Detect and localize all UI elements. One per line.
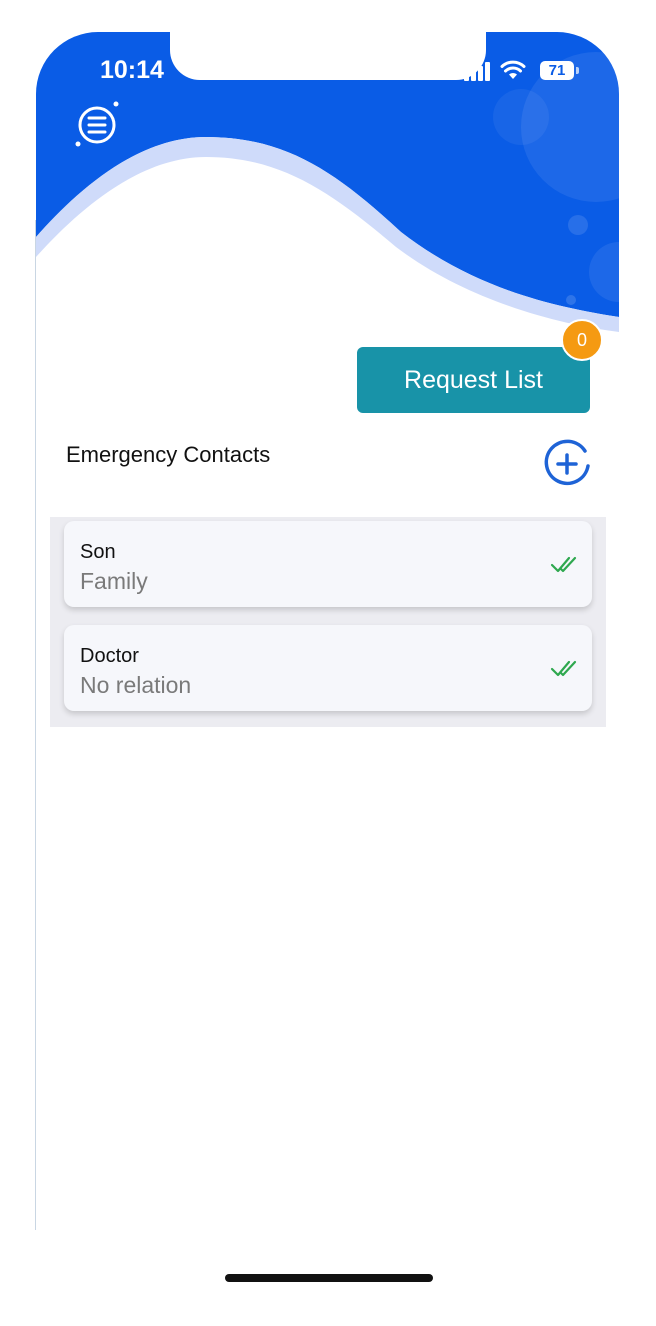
contact-card-doctor[interactable]: Doctor No relation: [64, 625, 592, 711]
contact-relation: No relation: [80, 672, 192, 698]
contacts-list: Son Family Doctor No relation: [50, 517, 606, 727]
signal-icon: [464, 62, 492, 81]
add-circle-icon: [544, 439, 590, 486]
contact-name: Son: [80, 541, 116, 563]
contact-name: Doctor: [80, 645, 139, 667]
contact-card-son[interactable]: Son Family: [64, 521, 592, 607]
add-contact-button[interactable]: [541, 438, 593, 490]
request-count-badge: 0: [561, 319, 603, 361]
battery-cap: [576, 67, 579, 74]
device-notch: [170, 32, 486, 80]
request-list-label: Request List: [404, 365, 543, 394]
double-check-icon: [550, 660, 577, 677]
wifi-icon: [500, 60, 526, 79]
contact-relation: Family: [80, 568, 148, 594]
menu-icon: [75, 101, 119, 147]
app-screen: 10:14 71 Request List 0 Emergency Contac…: [36, 32, 619, 1232]
double-check-icon: [550, 556, 577, 573]
emergency-contacts-title: Emergency Contacts: [66, 442, 271, 467]
battery-icon: 71: [540, 61, 574, 80]
request-list-button[interactable]: Request List: [357, 347, 590, 413]
status-time: 10:14: [100, 56, 164, 84]
home-indicator[interactable]: [225, 1274, 433, 1282]
menu-button[interactable]: [66, 100, 124, 158]
status-icons: 71: [456, 58, 586, 84]
